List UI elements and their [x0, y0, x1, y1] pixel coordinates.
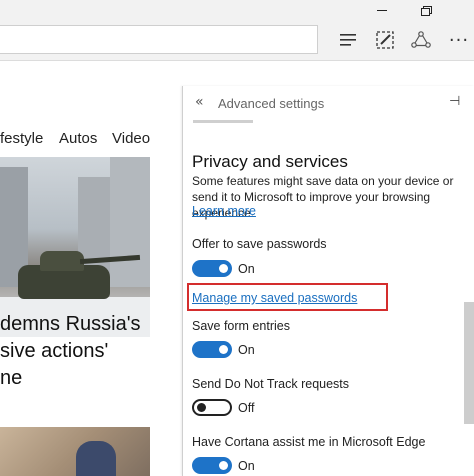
learn-more-link[interactable]: Learn more [192, 204, 256, 218]
pen-note-icon [376, 31, 394, 49]
headline-line: demns Russia's [0, 313, 141, 335]
minimize-button[interactable] [360, 0, 404, 20]
toolbar: ··· [0, 20, 474, 60]
offer-passwords-label: Offer to save passwords [192, 237, 327, 251]
nav-item-lifestyle[interactable]: festyle [0, 130, 43, 147]
address-bar[interactable] [0, 25, 318, 54]
cortana-toggle[interactable] [192, 457, 232, 474]
more-icon: ··· [448, 29, 470, 51]
browser-window: ··· festyle Autos Video demns Russia's s… [0, 0, 474, 476]
cortana-state: On [238, 459, 255, 473]
building-shape [110, 157, 150, 287]
headline-line: sive actions' [0, 340, 109, 362]
news-headline[interactable]: demns Russia's sive actions' ne [0, 311, 150, 392]
share-button[interactable] [408, 28, 434, 52]
hub-icon [340, 34, 356, 46]
advanced-settings-pane: « Advanced settings ⊣ Privacy and servic… [182, 86, 474, 476]
back-chevron-icon[interactable]: « [195, 94, 204, 110]
do-not-track-label: Send Do Not Track requests [192, 377, 350, 391]
save-form-state: On [238, 343, 255, 357]
pane-scrollbar[interactable] [464, 302, 474, 424]
pane-title: Advanced settings [218, 96, 325, 111]
restore-icon [421, 5, 432, 16]
nav-item-autos[interactable]: Autos [59, 130, 97, 147]
title-bar [0, 0, 474, 20]
news-image-tank[interactable] [0, 157, 150, 337]
headline-line: ne [0, 367, 23, 389]
manage-passwords-link[interactable]: Manage my saved passwords [192, 291, 357, 305]
share-icon [411, 31, 431, 48]
do-not-track-toggle[interactable] [192, 399, 232, 416]
restore-button[interactable] [404, 0, 448, 20]
nav-item-video[interactable]: Video [112, 130, 150, 147]
pane-header: « Advanced settings ⊣ [183, 86, 474, 120]
offer-passwords-toggle[interactable] [192, 260, 232, 277]
cortana-label: Have Cortana assist me in Microsoft Edge [192, 435, 426, 449]
site-nav: festyle Autos Video [0, 61, 182, 147]
minimize-icon [377, 9, 387, 11]
more-button[interactable]: ··· [446, 28, 472, 52]
do-not-track-state: Off [238, 401, 255, 415]
tank-turret [40, 251, 84, 271]
save-form-toggle[interactable] [192, 341, 232, 358]
section-title: Privacy and services [192, 152, 348, 171]
hub-button[interactable] [336, 28, 362, 52]
save-form-label: Save form entries [192, 319, 290, 333]
pane-divider [193, 120, 253, 123]
offer-passwords-state: On [238, 262, 255, 276]
news-image-second[interactable] [0, 427, 150, 476]
pin-icon[interactable]: ⊣ [449, 94, 460, 109]
web-note-button[interactable] [372, 28, 398, 52]
person-shape [76, 441, 116, 476]
